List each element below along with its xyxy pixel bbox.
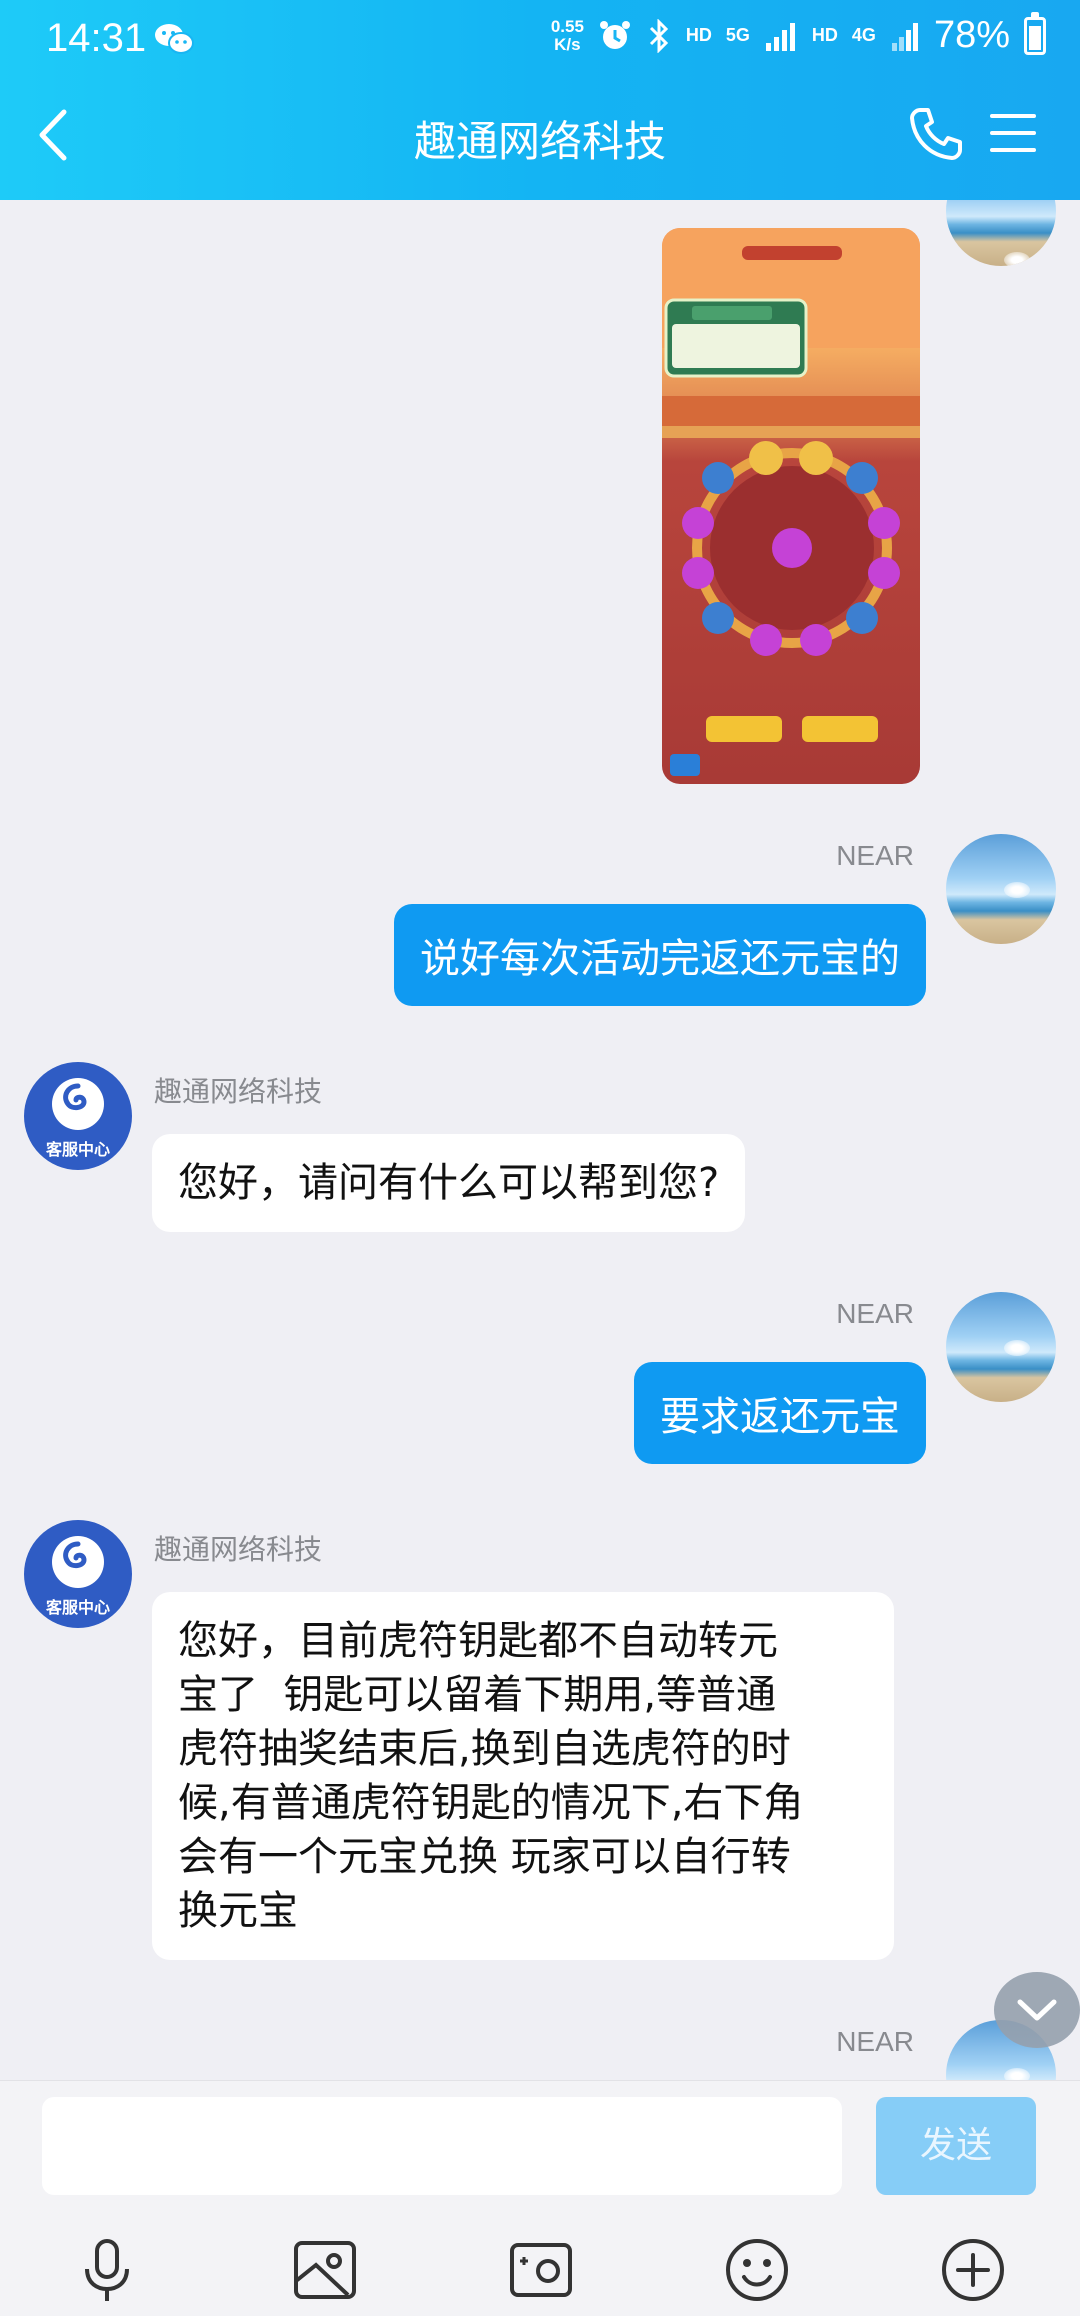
camera-icon[interactable]: [506, 2235, 576, 2305]
hd-indicator-2: HD: [811, 25, 838, 45]
hd-indicator: HD: [685, 25, 712, 45]
message-bubble[interactable]: 您好，目前虎符钥匙都不自动转元 宝了 钥匙可以留着下期用,等普通 虎符抽奖结束后…: [152, 1592, 894, 1960]
sender-name: NEAR: [836, 2026, 914, 2057]
message-line: 换元宝: [178, 1888, 298, 1934]
avatar-label: 客服中心: [45, 1140, 110, 1159]
cs-logo-icon: [52, 1536, 104, 1588]
signal-icon: [765, 22, 795, 51]
microphone-icon[interactable]: [72, 2235, 142, 2305]
sender-name: NEAR: [836, 1298, 914, 1329]
avatar[interactable]: 客服中心: [24, 1520, 132, 1628]
message-line: 候,有普通虎符钥匙的情况下,右下角: [178, 1780, 804, 1826]
battery-icon: [1024, 11, 1046, 55]
input-area: 发送: [0, 2080, 1080, 2316]
phone-icon[interactable]: [906, 104, 966, 164]
bluetooth-icon: [649, 18, 669, 53]
network-speed: 0.55 K/s: [550, 16, 584, 54]
plus-icon[interactable]: [938, 2235, 1008, 2305]
game-screenshot: [662, 228, 920, 776]
image-message[interactable]: [662, 228, 920, 784]
send-button[interactable]: 发送: [876, 2097, 1036, 2195]
signal-icon-2: [891, 22, 918, 51]
menu-icon[interactable]: [990, 112, 1036, 154]
emoji-icon[interactable]: [722, 2235, 792, 2305]
avatar[interactable]: [946, 1292, 1056, 1402]
scroll-down-icon[interactable]: [980, 1972, 1080, 2048]
network-5g: 5G: [725, 25, 750, 45]
alarm-icon: [599, 20, 630, 49]
message-line: 宝了 钥匙可以留着下期用,等普通: [178, 1672, 777, 1718]
avatar[interactable]: 客服中心: [24, 1062, 132, 1170]
avatar[interactable]: [946, 834, 1056, 944]
battery-percent: 78%: [933, 14, 1010, 56]
network-4g: 4G: [851, 25, 876, 45]
sender-name: NEAR: [836, 840, 914, 871]
sender-name: 趣通网络科技: [154, 1533, 323, 1566]
status-icons: 0.55 K/s HD 5G HD 4G 78%: [550, 11, 1046, 57]
image-icon[interactable]: [290, 2235, 360, 2305]
message-line: 您好，目前虎符钥匙都不自动转元: [178, 1618, 778, 1664]
wechat-icon: [155, 24, 194, 54]
avatar-label: 客服中心: [45, 1598, 110, 1617]
message-line: 会有一个元宝兑换 玩家可以自行转: [178, 1834, 791, 1880]
cs-logo-icon: [52, 1078, 104, 1130]
sender-name: 趣通网络科技: [154, 1075, 323, 1108]
message-bubble[interactable]: 要求返还元宝: [634, 1362, 926, 1464]
message-line: 虎符抽奖结束后,换到自选虎符的时: [178, 1726, 791, 1772]
message-bubble[interactable]: 您好，请问有什么可以帮到您?: [152, 1134, 746, 1232]
message-input[interactable]: [42, 2097, 842, 2195]
message-bubble[interactable]: 说好每次活动完返还元宝的: [394, 904, 926, 1006]
status-time: 14:31: [46, 16, 147, 60]
header-bar: 14:31 0.55 K/s HD 5G HD 4G 78% 趣通网络科技: [0, 0, 1080, 200]
